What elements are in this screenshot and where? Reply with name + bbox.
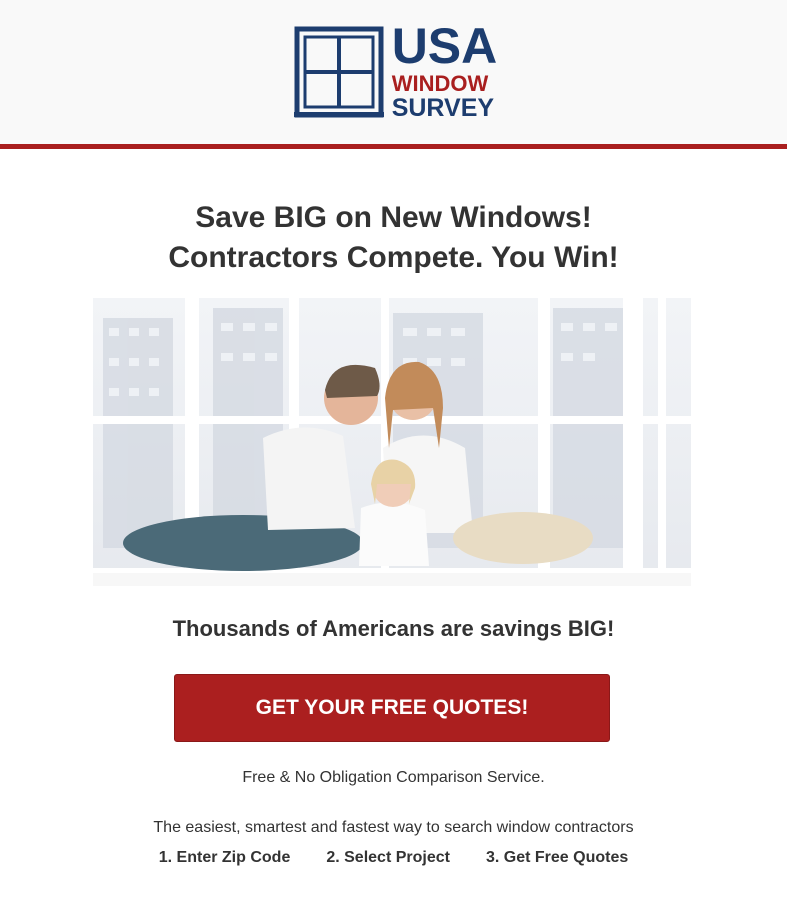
- step-select-project: 2. Select Project: [326, 849, 450, 866]
- step-enter-zip: 1. Enter Zip Code: [158, 849, 291, 866]
- step-get-quotes: 3. Get Free Quotes: [485, 849, 629, 866]
- logo-survey-text: SURVEY: [391, 94, 495, 122]
- steps-list: 1. Enter Zip Code 2. Select Project 3. G…: [0, 849, 787, 867]
- logo-usa-text: USA: [391, 18, 498, 74]
- headline-line-1: Save BIG on New Windows!: [195, 201, 592, 234]
- tagline-text: The easiest, smartest and fastest way to…: [153, 819, 634, 836]
- page-headline: Save BIG on New Windows! Contractors Com…: [0, 198, 787, 278]
- headline-line-2: Contractors Compete. You Win!: [168, 241, 619, 274]
- logo-window-text: WINDOW: [391, 71, 489, 96]
- disclaimer-text: Free & No Obligation Comparison Service.: [242, 769, 545, 786]
- hero-family-image: [93, 298, 691, 586]
- sub-headline: Thousands of Americans are savings BIG!: [172, 616, 615, 641]
- get-free-quotes-button[interactable]: GET YOUR FREE QUOTES!: [174, 674, 610, 742]
- site-logo[interactable]: USA WINDOW SURVEY: [293, 18, 498, 122]
- window-icon: [293, 26, 384, 118]
- site-header: USA WINDOW SURVEY: [0, 0, 787, 149]
